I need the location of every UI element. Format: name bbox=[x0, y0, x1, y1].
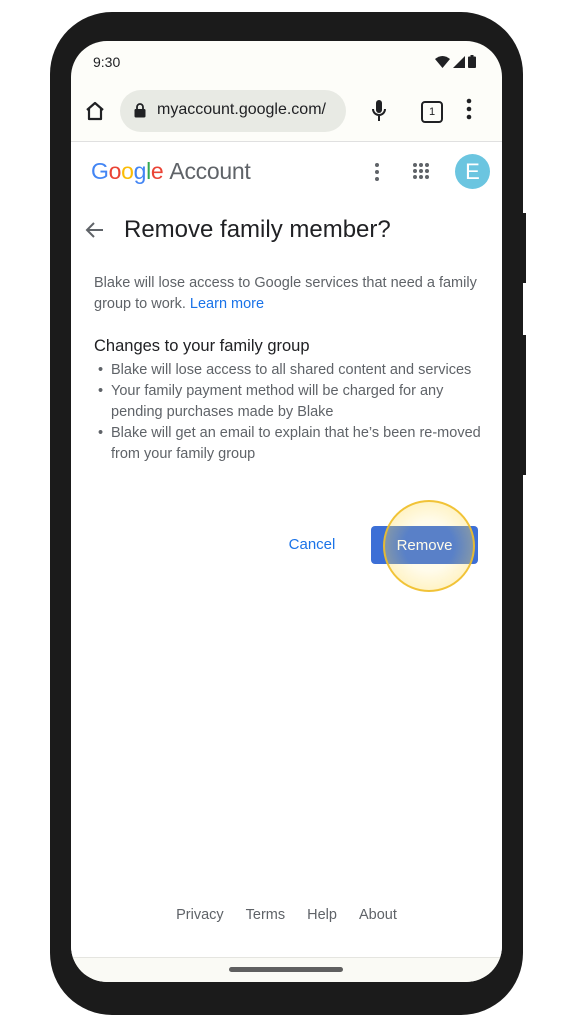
page-content: Google Account E Remove family member? Bl… bbox=[71, 141, 502, 958]
screen: 9:30 myaccount.google.com/ 1 Google Accou… bbox=[71, 41, 502, 982]
google-account-logo[interactable]: Google Account bbox=[91, 158, 251, 185]
intro-message: Blake will lose access to Google service… bbox=[94, 275, 477, 312]
apps-grid-icon[interactable] bbox=[412, 162, 430, 180]
home-gesture-handle[interactable] bbox=[229, 967, 343, 972]
url-text: myaccount.google.com/ bbox=[157, 101, 326, 118]
footer-links: Privacy Terms Help About bbox=[71, 907, 502, 923]
product-name: Account bbox=[169, 158, 251, 184]
status-bar: 9:30 bbox=[71, 41, 502, 85]
about-link[interactable]: About bbox=[359, 907, 397, 923]
gesture-nav-bar bbox=[71, 957, 502, 982]
avatar[interactable]: E bbox=[455, 154, 490, 189]
browser-toolbar: myaccount.google.com/ 1 bbox=[71, 85, 502, 141]
remove-button[interactable]: Remove bbox=[371, 526, 478, 564]
volume-button bbox=[521, 335, 526, 475]
mic-icon[interactable] bbox=[371, 99, 387, 123]
help-link[interactable]: Help bbox=[307, 907, 337, 923]
more-options-icon[interactable] bbox=[374, 162, 380, 182]
clock: 9:30 bbox=[93, 54, 121, 70]
list-item: Your family payment method will be charg… bbox=[94, 381, 484, 423]
intro-text: Blake will lose access to Google service… bbox=[94, 273, 484, 315]
battery-icon bbox=[468, 55, 476, 68]
wifi-icon bbox=[435, 55, 450, 68]
back-arrow-icon[interactable] bbox=[85, 220, 105, 240]
tab-switcher-button[interactable]: 1 bbox=[421, 101, 443, 123]
page-title: Remove family member? bbox=[124, 216, 391, 243]
home-icon[interactable] bbox=[83, 99, 107, 123]
terms-link[interactable]: Terms bbox=[246, 907, 285, 923]
signal-icon bbox=[453, 55, 465, 68]
title-row: Remove family member? bbox=[71, 212, 502, 252]
more-vert-icon[interactable] bbox=[466, 98, 472, 120]
section-title: Changes to your family group bbox=[94, 337, 310, 355]
address-bar[interactable]: myaccount.google.com/ bbox=[120, 90, 346, 132]
privacy-link[interactable]: Privacy bbox=[176, 907, 224, 923]
logo-letter: o bbox=[121, 158, 134, 184]
logo-letter: G bbox=[91, 158, 109, 184]
learn-more-link[interactable]: Learn more bbox=[190, 296, 264, 312]
logo-letter: o bbox=[108, 158, 122, 184]
google-account-header: Google Account E bbox=[71, 142, 502, 202]
lock-icon bbox=[134, 103, 146, 118]
logo-letter: e bbox=[150, 158, 164, 184]
list-item: Blake will lose access to all shared con… bbox=[94, 360, 484, 381]
cancel-button[interactable]: Cancel bbox=[276, 526, 348, 562]
list-item: Blake will get an email to explain that … bbox=[94, 423, 484, 465]
logo-letter: g bbox=[133, 158, 147, 184]
changes-list: Blake will lose access to all shared con… bbox=[94, 360, 484, 465]
power-button bbox=[521, 213, 526, 283]
